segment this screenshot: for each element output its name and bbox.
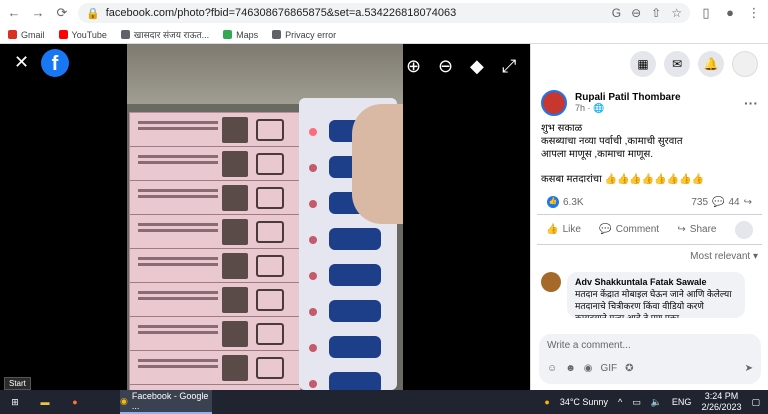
comment-bubble: Adv Shakkuntala Fatak Sawale मतदान केंद्… — [567, 272, 745, 318]
start-icon[interactable]: ⊞ — [0, 390, 30, 414]
sidepanel-icon[interactable]: ▯ — [698, 5, 714, 21]
comment-input[interactable]: Write a comment... — [547, 340, 631, 351]
browser-toolbar: ← → ⟳ 🔒 facebook.com/photo?fbid=74630867… — [0, 0, 768, 26]
network-icon[interactable]: ▭ — [632, 397, 641, 408]
zoom-icon[interactable]: ⊖ — [631, 6, 641, 20]
back-icon[interactable]: ← — [6, 5, 22, 21]
post-time[interactable]: 7h · — [575, 103, 591, 113]
like-button[interactable]: 👍 Like — [546, 224, 581, 235]
reaction-count[interactable]: 6.3K — [563, 197, 584, 208]
comment-button[interactable]: 💬 Comment — [599, 224, 659, 235]
fullscreen-icon[interactable]: ⤢ — [502, 56, 516, 76]
zoom-in-icon[interactable]: ⊕ — [406, 56, 421, 76]
ballot-paper — [129, 112, 301, 390]
comment-text: मतदान केंद्रात मोबाइल घेऊन जाने आणि केले… — [575, 289, 732, 318]
commenter-avatar[interactable] — [541, 272, 561, 292]
weather-text[interactable]: 34°C Sunny — [560, 397, 608, 407]
comment-count[interactable]: 735 — [691, 197, 708, 208]
facebook-logo-icon[interactable]: f — [41, 49, 69, 77]
camera-icon[interactable]: ◉ — [584, 363, 593, 374]
send-icon[interactable]: ➤ — [745, 363, 753, 374]
post-actions: 👍 Like 💬 Comment ↪ Share — [537, 215, 762, 245]
clock[interactable]: 3:24 PM 2/26/2023 — [701, 391, 741, 413]
web-icon — [120, 30, 130, 39]
bookmark-gmail[interactable]: Gmail — [8, 30, 45, 40]
start-tooltip: Start — [4, 377, 31, 390]
apps-menu-icon[interactable]: ▦ — [630, 51, 656, 77]
more-options-icon[interactable]: ··· — [744, 95, 758, 111]
star-icon[interactable]: ☆ — [671, 6, 682, 20]
chrome-icon: ◉ — [120, 395, 128, 406]
photo-viewer: ✕ f ⊕ ⊖ ◆ ⤢ — [0, 44, 530, 390]
bookmark-youtube[interactable]: YouTube — [58, 30, 107, 40]
comment-icon: 💬 — [712, 196, 725, 208]
taskbar-chrome[interactable]: ◉ Facebook - Google ... — [120, 390, 212, 414]
tray-arrow-icon[interactable]: ^ — [618, 397, 622, 407]
share-button[interactable]: ↪ Share — [677, 224, 716, 235]
notification-center-icon[interactable]: ▢ — [751, 397, 760, 408]
audience-selector[interactable] — [734, 220, 753, 239]
sort-comments[interactable]: Most relevant ▾ — [531, 245, 768, 268]
avatar-sticker-icon[interactable]: ✪ — [625, 363, 633, 374]
post-tag: कसबा मतदारांचा 👍👍👍👍👍👍👍👍 — [541, 174, 705, 185]
post-panel: ▦ ✉ 🔔 Rupali Patil Thombare 7h · 🌐 ··· श… — [530, 44, 768, 390]
author-avatar[interactable] — [541, 90, 567, 116]
gif-icon[interactable]: GIF — [600, 363, 617, 374]
thumb-icon: 👍 — [546, 224, 559, 235]
share-icon[interactable]: ⇧ — [651, 6, 661, 20]
menu-icon[interactable]: ⋮ — [746, 5, 762, 21]
weather-icon[interactable]: ● — [544, 397, 549, 407]
emoji-icon[interactable]: ☻ — [565, 363, 576, 374]
messenger-icon[interactable]: ✉ — [664, 51, 690, 77]
reload-icon[interactable]: ⟳ — [54, 5, 70, 21]
lock-icon: 🔒 — [86, 7, 100, 20]
tag-icon[interactable]: ◆ — [470, 56, 484, 76]
forward-icon[interactable]: → — [30, 5, 46, 21]
windows-taskbar: ⊞ ▬ ● ◉ Facebook - Google ... ● 34°C Sun… — [0, 390, 768, 414]
youtube-icon — [58, 30, 68, 39]
post-header: Rupali Patil Thombare 7h · 🌐 ··· — [531, 84, 768, 122]
like-reaction-icon: 👍 — [547, 196, 559, 208]
url-text: facebook.com/photo?fbid=746308676865875&… — [105, 7, 457, 19]
folder-icon[interactable]: ▬ — [30, 390, 60, 414]
finger — [352, 104, 403, 224]
volume-icon[interactable]: 🔈 — [651, 397, 662, 408]
comment-item: Adv Shakkuntala Fatak Sawale मतदान केंद्… — [531, 268, 768, 322]
evm-top-part — [127, 44, 403, 104]
author-name[interactable]: Rupali Patil Thombare — [575, 92, 681, 103]
gmail-icon — [8, 30, 17, 39]
close-icon[interactable]: ✕ — [14, 52, 29, 72]
sticker-icon[interactable]: ☺ — [547, 363, 557, 374]
web-icon — [272, 30, 282, 39]
commenter-name[interactable]: Adv Shakkuntala Fatak Sawale — [575, 276, 737, 288]
comment-composer[interactable]: Write a comment... ☺ ☻ ◉ GIF ✪ ➤ — [539, 334, 761, 384]
bookmark-privacy[interactable]: Privacy error — [272, 30, 336, 40]
zoom-out-icon[interactable]: ⊖ — [438, 56, 453, 76]
language-indicator[interactable]: ENG — [672, 397, 692, 407]
speech-bubble-icon: 💬 — [599, 224, 612, 235]
address-bar[interactable]: 🔒 facebook.com/photo?fbid=74630867686587… — [78, 3, 690, 23]
maps-icon — [223, 30, 233, 39]
firefox-icon[interactable]: ● — [60, 390, 90, 414]
share-arrow-icon: ↪ — [677, 224, 686, 235]
google-icon[interactable]: G — [612, 6, 621, 20]
bookmark-maps[interactable]: Maps — [223, 30, 258, 40]
bookmark-sanjay[interactable]: खासदार संजय राऊत... — [120, 28, 209, 41]
blank-app-icon[interactable] — [90, 390, 120, 414]
notifications-icon[interactable]: 🔔 — [698, 51, 724, 77]
reaction-summary: 👍 6.3K 735 💬 44 ↪ — [537, 186, 762, 215]
globe-icon: 🌐 — [593, 103, 605, 113]
account-avatar[interactable] — [732, 51, 758, 77]
profile-icon[interactable]: ● — [722, 5, 738, 21]
post-text: शुभ सकाळ कसब्याचा नव्या पर्वाची ,कामाची … — [531, 122, 768, 186]
share-count[interactable]: 44 — [728, 197, 739, 208]
photo-image — [127, 44, 403, 390]
share-count-icon: ↪ — [743, 196, 752, 208]
bookmarks-bar: Gmail YouTube खासदार संजय राऊत... Maps P… — [0, 26, 768, 44]
